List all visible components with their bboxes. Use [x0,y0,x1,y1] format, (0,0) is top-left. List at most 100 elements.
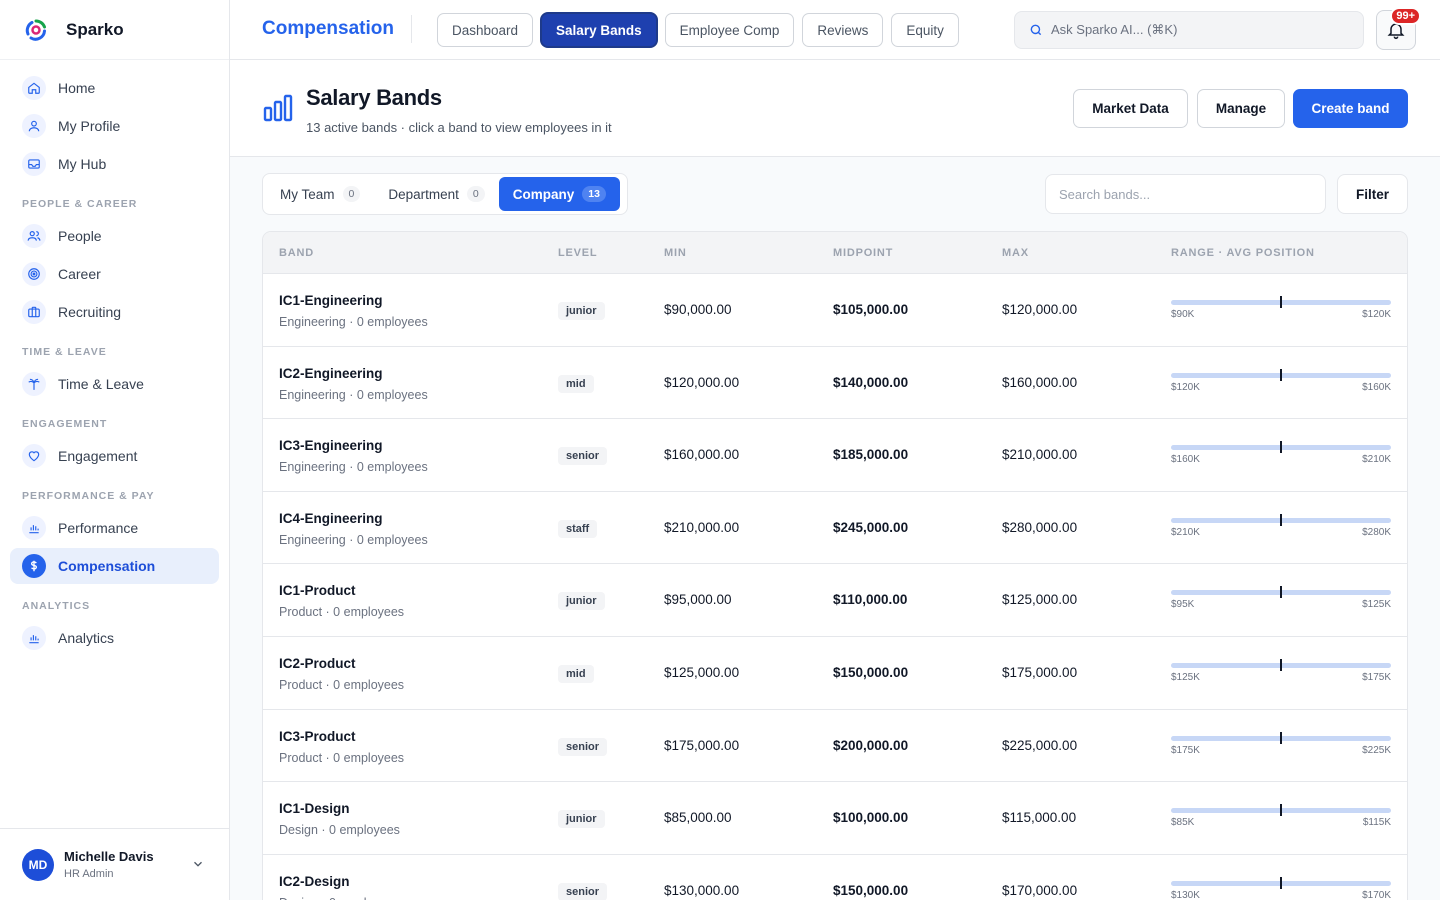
home-icon [22,76,46,100]
band-max: $175,000.00 [1002,664,1078,680]
search-bands-input[interactable] [1045,174,1326,214]
sidebar-item-label: My Hub [58,156,107,172]
range-high-label: $175K [1362,671,1391,683]
avg-position-marker [1280,586,1282,599]
band-department: Engineering · 0 employees [279,460,428,475]
band-min: $85,000.00 [664,810,732,826]
sidebar-item-label: Performance [58,520,139,536]
segment-my-team[interactable]: My Team 0 [266,177,374,211]
band-department: Product · 0 employees [279,750,405,765]
band-midpoint: $150,000.00 [833,882,909,898]
sidebar-item-career[interactable]: Career [10,256,219,292]
range-low-label: $130K [1171,889,1200,900]
sidebar-item-engagement[interactable]: Engagement [10,438,219,474]
scope-segmented-control: My Team 0 Department 0 Company 13 [262,173,628,215]
filter-button[interactable]: Filter [1337,174,1408,214]
tab-reviews[interactable]: Reviews [802,13,884,47]
chevron-down-icon[interactable] [191,857,205,871]
band-max: $115,000.00 [1002,810,1077,826]
band-max: $210,000.00 [1002,447,1078,463]
avg-position-marker [1280,658,1282,671]
table-row[interactable]: IC4-Engineering Engineering · 0 employees… [263,492,1407,565]
notifications-button[interactable]: 99+ [1376,7,1421,50]
table-row[interactable]: IC2-Engineering Engineering · 0 employees… [263,347,1407,420]
range-high-label: $210K [1362,454,1391,466]
sidebar-item-people[interactable]: People [10,218,219,254]
sidebar-item-analytics[interactable]: Analytics [10,620,219,656]
market-data-button[interactable]: Market Data [1073,89,1188,128]
ai-search-input[interactable]: Ask Sparko AI... (⌘K) [1014,11,1364,49]
avg-position-marker [1280,731,1282,744]
sidebar-item-recruiting[interactable]: Recruiting [10,294,219,330]
band-name: IC3-Product [279,728,356,744]
section-tabs: Dashboard Salary Bands Employee Comp Rev… [437,13,959,47]
sidebar-item-label: Compensation [58,558,156,574]
sidebar-item-performance[interactable]: Performance [10,510,219,546]
band-department: Engineering · 0 employees [279,387,428,402]
avg-position-marker [1280,876,1282,889]
band-midpoint: $140,000.00 [833,374,909,390]
band-min: $90,000.00 [664,302,732,317]
range-high-label: $120K [1362,309,1391,320]
tab-equity[interactable]: Equity [891,13,959,47]
nav-section-people-career: PEOPLE & CAREER [22,198,138,210]
header-band[interactable]: BAND [279,247,314,259]
sidebar-item-compensation[interactable]: Compensation [10,548,219,584]
bar-chart-icon [263,94,293,122]
band-department: Product · 0 employees [279,677,405,692]
table-row[interactable]: IC2-Design Design · 0 employees senior $130… [263,855,1407,900]
brand[interactable]: Sparko [0,0,229,60]
segment-company[interactable]: Company 13 [498,177,620,211]
sidebar-item-my-hub[interactable]: My Hub [10,146,219,182]
user-name: Michelle Davis [64,849,154,864]
topbar: Compensation Dashboard Salary Bands Empl… [230,0,1440,60]
header-max[interactable]: MAX [1002,247,1029,259]
inbox-icon [22,152,46,176]
table-row[interactable]: IC1-Design Design · 0 employees junior $85,… [263,782,1407,855]
table-row[interactable]: IC1-Product Product · 0 employees junior $9… [263,564,1407,637]
user-menu[interactable]: MD Michelle Davis HR Admin [0,828,229,900]
manage-button[interactable]: Manage [1197,89,1285,128]
tab-employee-comp[interactable]: Employee Comp [664,13,795,47]
ai-search-placeholder: Ask Sparko AI... (⌘K) [1051,22,1178,37]
level-badge: mid [558,374,594,393]
table-row[interactable]: IC2-Product Product · 0 employees mid $125,… [263,637,1407,710]
sidebar-item-home[interactable]: Home [10,70,219,106]
header-midpoint[interactable]: MIDPOINT [833,247,893,259]
segment-department[interactable]: Department 0 [374,177,498,211]
band-midpoint: $150,000.00 [833,664,909,680]
palm-tree-icon [22,372,46,396]
nav-section-performance-pay: PERFORMANCE & PAY [22,490,155,502]
band-department: Engineering · 0 employees [279,315,428,329]
create-band-button[interactable]: Create band [1293,89,1408,128]
sidebar-item-my-profile[interactable]: My Profile [10,108,219,144]
sidebar-item-label: Recruiting [58,304,122,320]
level-badge: senior [558,737,608,756]
band-department: Design · 0 employees [279,896,400,900]
table-row[interactable]: IC3-Product Product · 0 employees senior $1… [263,710,1407,783]
sidebar-item-label: Home [58,80,96,96]
heart-icon [22,444,46,468]
band-max: $160,000.00 [1002,374,1078,390]
target-icon [22,262,46,286]
sidebar-item-time-leave[interactable]: Time & Leave [10,366,219,402]
bar-chart-icon [22,626,46,650]
tab-dashboard[interactable]: Dashboard [437,13,534,47]
segment-label: Company [512,186,575,202]
sidebar-item-label: Engagement [58,448,138,464]
header-level[interactable]: LEVEL [558,247,597,259]
range-indicator: $130K $170K [1171,876,1391,900]
tab-salary-bands[interactable]: Salary Bands [541,13,657,47]
level-badge: mid [558,664,594,683]
header-min[interactable]: MIN [664,247,687,259]
band-midpoint: $105,000.00 [833,302,909,317]
band-min: $175,000.00 [664,737,740,753]
page-header: Salary Bands 13 active bands · click a b… [230,60,1440,157]
segment-label: My Team [280,186,335,202]
table-row[interactable]: IC1-Engineering Engineering · 0 employees… [263,274,1407,347]
band-midpoint: $110,000.00 [833,592,908,608]
segment-count: 0 [466,186,485,202]
briefcase-icon [22,300,46,324]
range-high-label: $115K [1362,817,1391,829]
table-row[interactable]: IC3-Engineering Engineering · 0 employees… [263,419,1407,492]
